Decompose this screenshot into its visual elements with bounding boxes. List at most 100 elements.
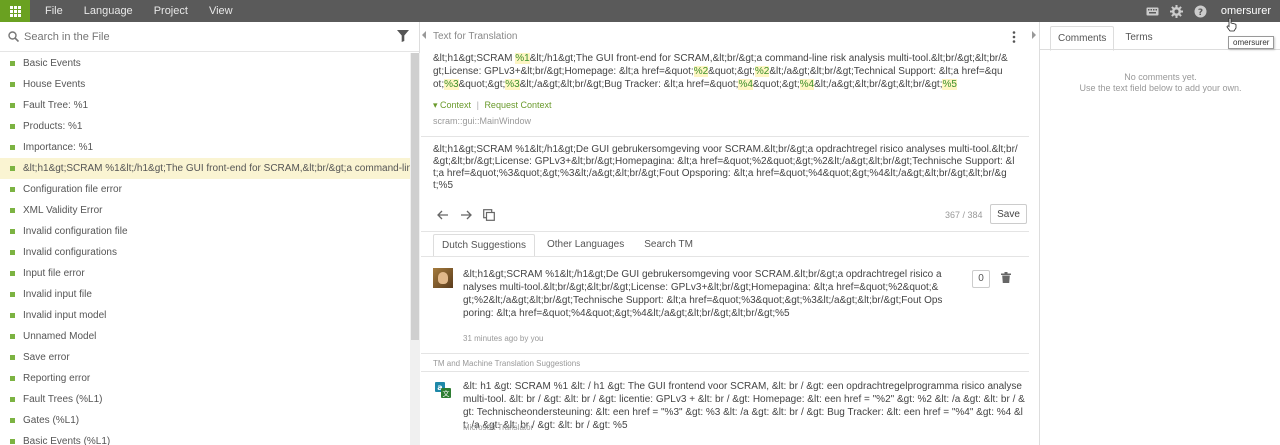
status-dot-icon <box>10 229 15 234</box>
status-dot-icon <box>10 355 15 360</box>
status-dot-icon <box>10 439 15 444</box>
vote-count[interactable]: 0 <box>972 270 990 288</box>
arrow-right-icon[interactable] <box>460 208 483 222</box>
username[interactable]: omersurer <box>1221 5 1271 17</box>
file-list-item[interactable]: Save error <box>0 347 410 368</box>
file-item-label: Importance: %1 <box>23 142 94 153</box>
comments-panel: Comments Terms No comments yet. Use the … <box>1039 22 1280 445</box>
mouse-cursor-icon <box>1226 17 1237 35</box>
status-dot-icon <box>10 103 15 108</box>
file-list-item[interactable]: Invalid input model <box>0 305 410 326</box>
empty-line-1: No comments yet. <box>1124 72 1197 82</box>
file-item-label: Unnamed Model <box>23 331 97 342</box>
file-list-item[interactable]: House Events <box>0 74 410 95</box>
file-item-label: House Events <box>23 79 86 90</box>
file-item-label: Input file error <box>23 268 85 279</box>
char-counter: 367 / 384 <box>945 210 983 220</box>
file-list-item[interactable]: Invalid configurations <box>0 242 410 263</box>
file-item-label: Invalid configurations <box>23 247 117 258</box>
context-toggle[interactable]: ▾ Context <box>433 100 471 110</box>
file-list-item[interactable]: Configuration file error <box>0 179 410 200</box>
tab-comments[interactable]: Comments <box>1050 26 1115 51</box>
status-dot-icon <box>10 376 15 381</box>
keyboard-icon[interactable] <box>1141 0 1165 22</box>
status-dot-icon <box>10 187 15 192</box>
context-row: ▾ Context | Request Context <box>433 100 552 110</box>
file-list-item[interactable]: Invalid input file <box>0 284 410 305</box>
more-vertical-icon[interactable] <box>1012 31 1016 46</box>
status-dot-icon <box>10 124 15 129</box>
suggestion-text[interactable]: &lt;h1&gt;SCRAM %1&lt;/h1&gt;De GUI gebr… <box>463 268 943 320</box>
menu-project[interactable]: Project <box>154 5 188 17</box>
menu-view[interactable]: View <box>209 5 233 17</box>
file-list-item[interactable]: Gates (%L1) <box>0 410 410 431</box>
file-item-label: Products: %1 <box>23 121 83 132</box>
copy-source-icon[interactable] <box>483 208 506 222</box>
status-dot-icon <box>10 397 15 402</box>
file-list-item[interactable]: &lt;h1&gt;SCRAM %1&lt;/h1&gt;The GUI fro… <box>0 158 410 179</box>
tab-terms[interactable]: Terms <box>1118 26 1159 51</box>
tab-dutch-suggestions[interactable]: Dutch Suggestions <box>433 234 535 257</box>
file-list-item[interactable]: Products: %1 <box>0 116 410 137</box>
svg-text:?: ? <box>1198 8 1203 18</box>
file-item-label: Reporting error <box>23 373 91 384</box>
file-list-item[interactable]: Basic Events (%L1) <box>0 431 410 445</box>
app-grid-icon[interactable] <box>0 0 30 22</box>
file-item-label: Basic Events <box>23 58 81 69</box>
file-list-item[interactable]: Fault Tree: %1 <box>0 95 410 116</box>
status-dot-icon <box>10 334 15 339</box>
mt-suggestion-text[interactable]: &lt: h1 &gt: SCRAM %1 &lt: / h1 &gt: The… <box>463 380 1028 432</box>
file-list-item[interactable]: Invalid configuration file <box>0 221 410 242</box>
file-list-item[interactable]: Basic Events <box>0 53 410 74</box>
status-dot-icon <box>10 82 15 87</box>
scrollbar[interactable] <box>410 53 420 445</box>
divider <box>421 371 1029 372</box>
gear-icon[interactable] <box>1165 0 1189 22</box>
context-label: Context <box>440 100 472 110</box>
file-list-item[interactable]: XML Validity Error <box>0 200 410 221</box>
help-icon[interactable]: ? <box>1189 0 1213 22</box>
tab-other-languages[interactable]: Other Languages <box>539 234 632 257</box>
avatar <box>433 268 453 288</box>
file-list-item[interactable]: Unnamed Model <box>0 326 410 347</box>
divider <box>421 231 1029 232</box>
request-context-link[interactable]: Request Context <box>484 100 551 110</box>
status-dot-icon <box>10 61 15 66</box>
source-text: &lt;h1&gt;SCRAM %1&lt;/h1&gt;The GUI fro… <box>433 53 1008 90</box>
file-item-label: Configuration file error <box>23 184 122 195</box>
trash-icon[interactable] <box>1001 272 1011 286</box>
search-input[interactable] <box>24 30 364 43</box>
username-tooltip: omersurer <box>1228 36 1275 49</box>
menu-language[interactable]: Language <box>84 5 133 17</box>
suggestion-tabs: Dutch Suggestions Other Languages Search… <box>433 234 705 257</box>
editor-panel: Text for Translation &lt;h1&gt;SCRAM %1&… <box>421 22 1029 445</box>
scrollbar-thumb[interactable] <box>411 53 419 340</box>
tm-section-label: TM and Machine Translation Suggestions <box>433 359 581 368</box>
divider <box>1040 49 1280 50</box>
search-bar <box>0 22 419 52</box>
status-dot-icon <box>10 418 15 423</box>
file-list-item[interactable]: Fault Trees (%L1) <box>0 389 410 410</box>
menu-file[interactable]: File <box>45 5 63 17</box>
divider <box>421 256 1029 257</box>
collapse-right-icon[interactable] <box>1031 30 1039 42</box>
empty-line-2: Use the text field below to add your own… <box>1079 83 1242 93</box>
section-title: Text for Translation <box>433 31 518 42</box>
file-list-item[interactable]: Input file error <box>0 263 410 284</box>
translation-textarea[interactable]: &lt;h1&gt;SCRAM %1&lt;/h1&gt;De GUI gebr… <box>433 144 1018 192</box>
status-dot-icon <box>10 208 15 213</box>
arrow-left-icon[interactable] <box>437 208 460 222</box>
file-list-item[interactable]: Reporting error <box>0 368 410 389</box>
file-item-label: &lt;h1&gt;SCRAM %1&lt;/h1&gt;The GUI fro… <box>23 163 410 174</box>
file-item-label: Fault Trees (%L1) <box>23 394 103 405</box>
file-list-item[interactable]: Importance: %1 <box>0 137 410 158</box>
filter-icon[interactable] <box>397 30 409 45</box>
suggestion-time: 31 minutes ago by you <box>463 334 544 343</box>
file-item-label: Gates (%L1) <box>23 415 80 426</box>
status-dot-icon <box>10 166 15 171</box>
file-item-label: XML Validity Error <box>23 205 103 216</box>
tab-search-tm[interactable]: Search TM <box>636 234 701 257</box>
empty-comments-message: No comments yet. Use the text field belo… <box>1040 72 1280 94</box>
save-button[interactable]: Save <box>990 204 1027 224</box>
file-panel: Basic Events House Events Fault Tree: %1 Pr… <box>0 22 420 445</box>
